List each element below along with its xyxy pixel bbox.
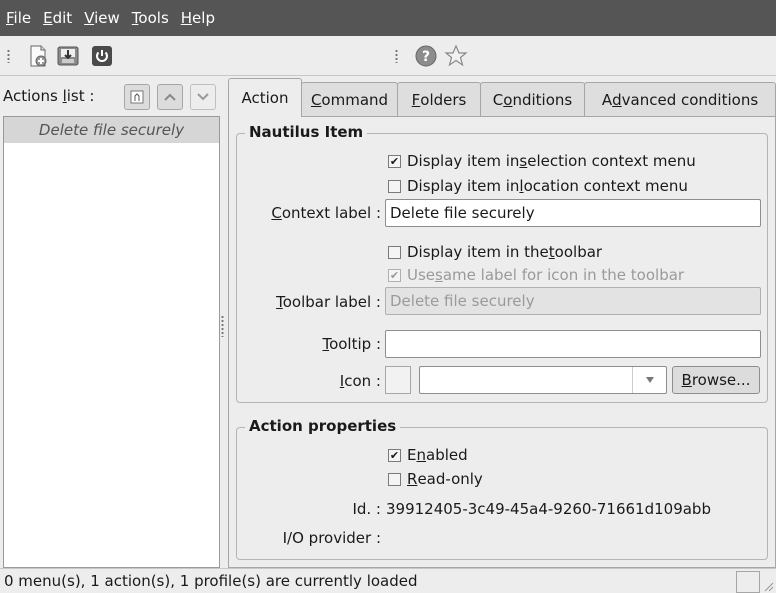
menu-help[interactable]: Help [181, 9, 215, 27]
tab-command[interactable]: Command [301, 82, 398, 116]
svg-text:?: ? [422, 49, 430, 65]
chevron-down-icon [645, 377, 654, 383]
tooltip-input[interactable] [385, 330, 761, 358]
enabled-checkbox[interactable]: ✔ En abled [388, 446, 468, 464]
menu-edit[interactable]: Edit [43, 9, 72, 27]
star-icon [444, 44, 468, 67]
checkbox-icon [388, 179, 401, 193]
id-label: Id. : [352, 500, 381, 518]
new-document-icon [30, 45, 47, 67]
browse-button[interactable]: Browse... [672, 366, 760, 394]
context-label-input[interactable]: Delete file securely [385, 199, 761, 227]
id-value: 39912405-3c49-45a4-9260-71661d109abb [386, 500, 711, 518]
quit-button[interactable] [88, 42, 116, 70]
new-document-button[interactable] [24, 42, 52, 70]
frame-title: Action properties [245, 417, 401, 435]
favorite-button[interactable] [442, 42, 470, 70]
help-icon: ? [415, 45, 437, 67]
icon-combo-dropdown[interactable] [632, 367, 666, 393]
resize-grip-icon[interactable] [762, 580, 774, 592]
help-button[interactable]: ? [412, 42, 440, 70]
sort-manual-button[interactable] [124, 84, 150, 110]
toolbar-display-checkbox[interactable]: Display item in the t oolbar [388, 243, 602, 261]
status-text: 0 menu(s), 1 action(s), 1 profile(s) are… [4, 572, 418, 590]
frame-title: Nautilus Item [245, 123, 368, 141]
power-icon [92, 46, 112, 66]
status-indicator [736, 571, 760, 593]
tab-conditions[interactable]: Co nditions [480, 82, 585, 116]
selection-context-menu-checkbox[interactable]: ✔ Display item in s election context menu [388, 152, 696, 170]
sort-manual-icon [130, 90, 144, 104]
same-label-checkbox[interactable]: ✔ Use s ame label for icon in the toolbar [388, 266, 684, 284]
sort-down-button[interactable] [190, 84, 216, 110]
menu-file[interactable]: File [6, 9, 31, 27]
icon-label: Icon : [339, 372, 381, 390]
tab-folders[interactable]: Folders [397, 82, 481, 116]
toolbar-grip-icon[interactable] [7, 49, 10, 63]
icon-preview [385, 366, 411, 394]
status-bar: 0 menu(s), 1 action(s), 1 profile(s) are… [0, 568, 776, 593]
toolbar: ? [0, 36, 776, 76]
checkbox-icon [388, 472, 401, 486]
icon-combo-input[interactable] [419, 366, 667, 394]
toolbar-grip-icon[interactable] [395, 49, 398, 63]
checkbox-icon: ✔ [388, 448, 401, 462]
toolbar-label-label: Toolbar label : [276, 293, 381, 311]
readonly-checkbox[interactable]: Read-only [388, 470, 483, 488]
sort-up-button[interactable] [157, 84, 183, 110]
actions-list-header: Actions list : [0, 76, 222, 116]
actions-list[interactable]: Delete file securely [3, 116, 220, 568]
actions-list-label: Actions list : [3, 87, 95, 105]
toolbar-label-input[interactable]: Delete file securely [385, 287, 761, 315]
menu-tools[interactable]: Tools [132, 9, 169, 27]
tab-action[interactable]: Action [228, 78, 302, 117]
save-icon [57, 46, 79, 66]
context-label-label: Context label : [271, 204, 381, 222]
save-button[interactable] [54, 42, 82, 70]
chevron-down-icon [197, 93, 209, 101]
tooltip-label: Tooltip : [322, 335, 381, 353]
menu-view[interactable]: View [84, 9, 120, 27]
io-provider-label: I/O provider : [282, 529, 381, 547]
checkbox-icon [388, 245, 401, 259]
chevron-up-icon [164, 93, 176, 101]
pane-resize-handle[interactable] [221, 315, 224, 337]
checkbox-icon: ✔ [388, 154, 401, 168]
tab-advanced-conditions[interactable]: Ad vanced conditions [584, 82, 776, 116]
list-item[interactable]: Delete file securely [4, 117, 219, 143]
location-context-menu-checkbox[interactable]: Display item in l ocation context menu [388, 177, 688, 195]
menubar: File Edit View Tools Help [0, 0, 776, 36]
checkbox-icon: ✔ [388, 268, 401, 282]
